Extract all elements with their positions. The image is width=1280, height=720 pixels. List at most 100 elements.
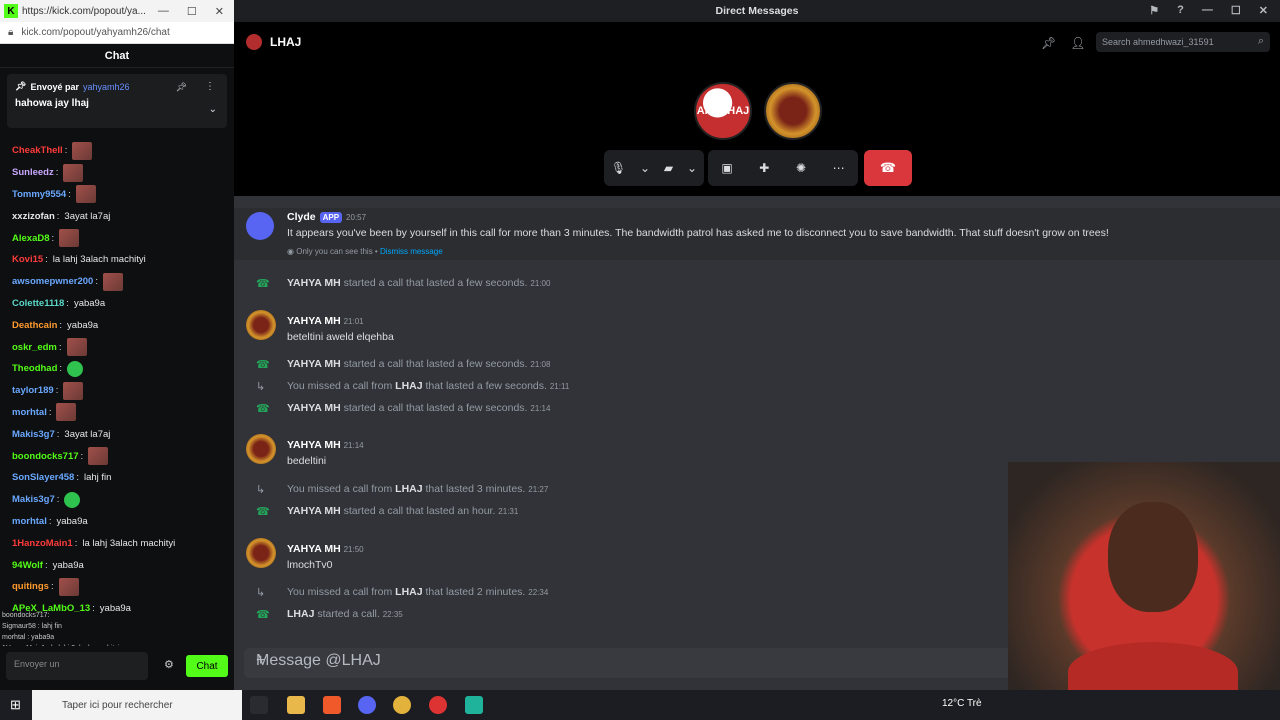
- event-user[interactable]: YAHYA MH: [287, 277, 341, 289]
- avatar[interactable]: [246, 538, 276, 568]
- chat-username[interactable]: quitings: [12, 581, 49, 592]
- colon: :: [59, 363, 63, 375]
- chat-send-button[interactable]: Chat: [186, 655, 228, 677]
- gear-icon[interactable]: ⚙: [164, 658, 174, 671]
- more-options-icon[interactable]: ⋮: [205, 81, 215, 92]
- more-icon[interactable]: ⋯: [833, 161, 845, 175]
- author-name[interactable]: YAHYA MH: [287, 543, 341, 555]
- close-button[interactable]: ✕: [1259, 4, 1268, 17]
- event-user[interactable]: LHAJ: [287, 608, 314, 620]
- unpin-icon[interactable]: 📌︎: [176, 82, 187, 93]
- event-user[interactable]: YAHYA MH: [287, 402, 341, 414]
- only-you-label: Only you can see this •: [296, 247, 378, 256]
- discord-icon[interactable]: [358, 696, 376, 714]
- address-bar[interactable]: 🔒︎ kick.com/popout/yahyamh26/chat: [0, 22, 234, 44]
- chat-username[interactable]: morhtal: [12, 516, 47, 527]
- dismiss-link[interactable]: Dismiss message: [380, 247, 443, 256]
- chat-username[interactable]: Colette1118: [12, 298, 64, 309]
- brave-icon[interactable]: [323, 696, 341, 714]
- chat-username[interactable]: xxzizofan: [12, 211, 55, 222]
- minimize-button[interactable]: —: [158, 5, 169, 18]
- event-user[interactable]: LHAJ: [395, 483, 422, 495]
- chat-username[interactable]: CheakThell: [12, 145, 63, 156]
- pinned-user[interactable]: yahyamh26: [83, 82, 130, 92]
- maximize-button[interactable]: ☐: [187, 5, 197, 18]
- minimize-button[interactable]: —: [1202, 4, 1213, 17]
- chat-username[interactable]: boondocks717: [12, 451, 79, 462]
- event-user[interactable]: LHAJ: [395, 586, 422, 598]
- chat-username[interactable]: Deathcain: [12, 320, 57, 331]
- event-user[interactable]: YAHYA MH: [287, 358, 341, 370]
- screen-share-icon[interactable]: ▣: [721, 161, 732, 175]
- microphone-icon[interactable]: 🎙︎: [611, 161, 626, 175]
- colon: :: [55, 385, 59, 397]
- chrome-icon[interactable]: [393, 696, 411, 714]
- streamer-face: [1108, 502, 1198, 612]
- app-icon[interactable]: [465, 696, 483, 714]
- clyde-name[interactable]: Clyde: [287, 211, 316, 223]
- inbox-icon[interactable]: ⚑: [1149, 4, 1159, 17]
- chat-username[interactable]: SonSlayer458: [12, 472, 74, 483]
- chat-text: lahj fin: [83, 472, 112, 484]
- clyde-message: Clyde APP 20:57 It appears you've been by …: [234, 208, 1280, 260]
- event-user[interactable]: LHAJ: [395, 380, 422, 392]
- message-author[interactable]: YAHYA MH 21:50: [287, 543, 364, 555]
- chat-header: Chat: [0, 44, 234, 68]
- obs-icon[interactable]: [429, 696, 447, 714]
- pin-icon[interactable]: 📌︎: [1041, 36, 1056, 50]
- message-text: bedeltini: [287, 455, 327, 467]
- chat-username[interactable]: Tommy9554: [12, 189, 66, 200]
- chat-username[interactable]: Makis3g7: [12, 494, 55, 505]
- participant-avatar-lhaj[interactable]: Allo LHAJ: [694, 82, 752, 140]
- author-name[interactable]: YAHYA MH: [287, 439, 341, 451]
- chat-username[interactable]: 1HanzoMain1: [12, 538, 73, 549]
- search-input[interactable]: Search ahmedhwazi_31591 ⌕: [1096, 32, 1270, 52]
- camera-off-icon[interactable]: ▰: [664, 161, 673, 175]
- chat-message: Deathcain: yaba9a: [12, 314, 232, 336]
- add-friend-icon[interactable]: 👤︎: [1070, 36, 1085, 50]
- avatar[interactable]: [246, 434, 276, 464]
- emote-icon: [67, 360, 84, 377]
- chevron-down-icon[interactable]: ⌄: [209, 104, 217, 115]
- event-text: that lasted 2 minutes.: [425, 586, 526, 598]
- maximize-button[interactable]: ☐: [1231, 4, 1241, 17]
- timestamp: 21:27: [528, 485, 549, 494]
- chat-username[interactable]: Makis3g7: [12, 429, 55, 440]
- task-view-icon[interactable]: [250, 696, 268, 714]
- chat-username[interactable]: taylor189: [12, 385, 54, 396]
- participant-avatar-yahya[interactable]: [764, 82, 822, 140]
- activities-icon[interactable]: ✚: [759, 161, 769, 175]
- chat-username[interactable]: Theodhad: [12, 363, 57, 374]
- message-author[interactable]: YAHYA MH 21:01: [287, 315, 364, 327]
- chat-username[interactable]: AlexaD8: [12, 233, 50, 244]
- taskbar-search[interactable]: Taper ici pour rechercher: [32, 690, 242, 720]
- kick-chat-window: K https://kick.com/popout/ya... — ☐ ✕ 🔒︎ k…: [0, 0, 234, 690]
- help-icon[interactable]: ?: [1177, 4, 1184, 17]
- message-author[interactable]: YAHYA MH 21:14: [287, 439, 364, 451]
- chevron-down-icon[interactable]: ⌄: [640, 161, 650, 175]
- chat-username[interactable]: Kovi15: [12, 254, 43, 265]
- overlay-line: boondocks717:: [2, 612, 50, 619]
- message-text: beteltini aweld elqehba: [287, 331, 394, 343]
- weather-widget[interactable]: 12°C Trè: [942, 698, 982, 709]
- chat-message: Sunleedz:: [12, 162, 232, 184]
- colon: :: [48, 515, 52, 527]
- soundboard-icon[interactable]: ✺: [796, 161, 806, 175]
- disconnect-button[interactable]: ☎︎: [864, 150, 912, 186]
- chevron-down-icon[interactable]: ⌄: [687, 161, 697, 175]
- author-name[interactable]: YAHYA MH: [287, 315, 341, 327]
- event-user[interactable]: YAHYA MH: [287, 505, 341, 517]
- eye-icon: ◉: [287, 247, 294, 256]
- file-explorer-icon[interactable]: [287, 696, 305, 714]
- chat-username[interactable]: morhtal: [12, 407, 47, 418]
- chat-username[interactable]: 94Wolf: [12, 560, 43, 571]
- pinned-message[interactable]: 📌︎ Envoyé par yahyamh26 hahowa jay lhaj 📌︎…: [7, 74, 227, 128]
- close-button[interactable]: ✕: [215, 5, 224, 18]
- chat-input[interactable]: Envoyer un: [6, 652, 148, 680]
- chat-username[interactable]: oskr_edm: [12, 342, 57, 353]
- windows-start-icon[interactable]: ⊞: [10, 697, 21, 713]
- chat-username[interactable]: awsomepwner200: [12, 276, 93, 287]
- avatar[interactable]: [246, 310, 276, 340]
- chat-username[interactable]: Sunleedz: [12, 167, 54, 178]
- colon: :: [66, 297, 69, 309]
